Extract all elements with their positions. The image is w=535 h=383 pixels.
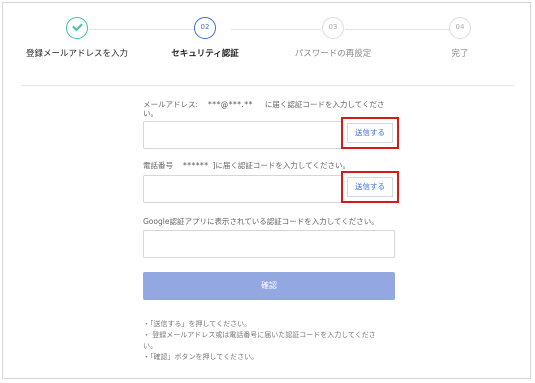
checkmark-icon — [72, 20, 83, 32]
section-divider — [21, 85, 514, 86]
step-4: 04 完了 — [400, 17, 520, 59]
email-code-label-wrap: い。 — [143, 109, 158, 118]
step-2: 02 セキュリティ認証 — [145, 17, 265, 59]
phone-send-highlight: 送信する — [341, 171, 399, 203]
email-masked: ***@***.** — [208, 100, 253, 109]
note-line: ・「確認」ボタンを押してください。 — [143, 353, 259, 361]
note-line: い。 — [143, 342, 157, 350]
phone-code-label: 電話番号 ******]に届く認証コードを入力してください。 — [143, 160, 350, 171]
step-3-circle: 03 — [322, 17, 344, 39]
phone-masked: ****** — [183, 161, 209, 170]
step-3-label: パスワードの再設定 — [294, 49, 372, 59]
phone-label-prefix: 電話番号 — [143, 161, 173, 170]
email-code-label: メールアドレス: ***@***.** に届く認証コードを入力してくださ — [143, 99, 384, 110]
google-code-input[interactable] — [143, 230, 395, 258]
step-1-label: 登録メールアドレスを入力 — [25, 49, 128, 59]
email-send-highlight: 送信する — [341, 117, 399, 149]
phone-label-suffix: ]に届く認証コードを入力してください。 — [212, 161, 350, 170]
phone-send-button[interactable]: 送信する — [347, 177, 393, 197]
progress-stepper: 登録メールアドレスを入力 02 セキュリティ認証 03 パスワードの再設定 04… — [3, 3, 532, 83]
step-1: 登録メールアドレスを入力 — [17, 17, 137, 59]
step-2-circle: 02 — [194, 17, 216, 39]
google-code-label: Google認証アプリに表示されている認証コードを入力してください。 — [143, 217, 379, 226]
window-frame: 登録メールアドレスを入力 02 セキュリティ認証 03 パスワードの再設定 04… — [2, 2, 531, 379]
confirm-button[interactable]: 確認 — [143, 272, 395, 300]
note-line: ・「送信する」を押してください。 — [143, 320, 252, 328]
step-4-label: 完了 — [451, 49, 469, 59]
note-line: ・ 登録メールアドレス或は電話番号に届いた認証コードを入力してくださ — [143, 331, 376, 339]
step-2-label: セキュリティ認証 — [171, 49, 239, 59]
step-4-circle: 04 — [449, 17, 471, 39]
email-label-suffix: に届く認証コードを入力してくださ — [264, 100, 385, 109]
step-1-circle — [66, 17, 88, 39]
email-send-button[interactable]: 送信する — [347, 123, 393, 143]
instructions: ・「送信する」を押してください。 ・ 登録メールアドレス或は電話番号に届いた認証… — [143, 319, 403, 363]
step-3: 03 パスワードの再設定 — [273, 17, 393, 59]
